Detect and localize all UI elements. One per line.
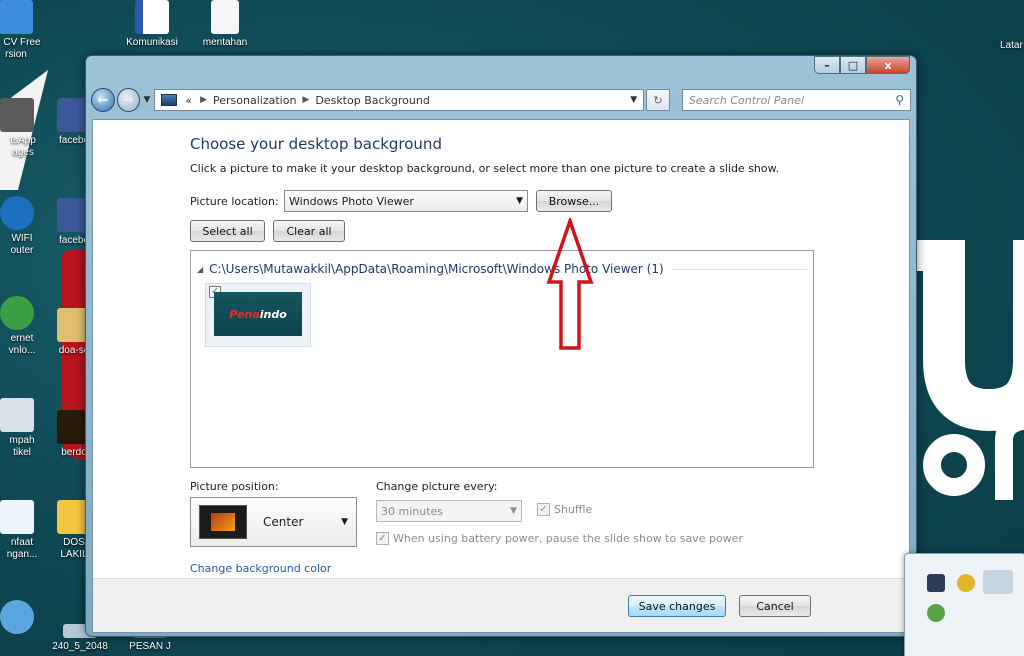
picture-location-value: Windows Photo Viewer bbox=[289, 194, 414, 208]
notification-tray-popup bbox=[904, 553, 1024, 656]
checkbox-check-icon: ✓ bbox=[537, 503, 550, 516]
update-tray-icon[interactable] bbox=[927, 604, 945, 622]
battery-pause-checkbox[interactable]: ✓ When using battery power, pause the sl… bbox=[376, 532, 743, 545]
download-manager-icon bbox=[0, 296, 34, 330]
thumbnail-image: Pena indo bbox=[214, 292, 302, 336]
save-changes-button[interactable]: Save changes bbox=[628, 595, 726, 617]
change-background-color-link[interactable]: Change background color bbox=[190, 562, 331, 575]
battery-pause-label: When using battery power, pause the slid… bbox=[393, 532, 743, 545]
refresh-button[interactable]: ↻ bbox=[646, 89, 670, 111]
pictures-list: ◢ C:\Users\Mutawakkil\AppData\Roaming\Mi… bbox=[190, 250, 814, 468]
personalization-window: – □ x ← → ▼ « ▶ Personalization ▶ Deskto… bbox=[85, 55, 917, 637]
internet-explorer-icon bbox=[0, 600, 34, 634]
select-all-button[interactable]: Select all bbox=[190, 220, 265, 242]
blank-file-icon bbox=[211, 0, 239, 34]
word-document-icon bbox=[135, 0, 169, 34]
breadcrumb-overflow[interactable]: « bbox=[185, 94, 192, 107]
chevron-down-icon: ▼ bbox=[341, 517, 348, 527]
pen-tray-icon[interactable] bbox=[983, 570, 1013, 594]
desktop-icon-ie[interactable] bbox=[0, 600, 48, 637]
search-icon[interactable]: ⚲ bbox=[895, 93, 904, 107]
browse-button[interactable]: Browse... bbox=[536, 190, 612, 212]
position-preview-icon bbox=[199, 505, 247, 539]
maximize-button[interactable]: □ bbox=[840, 56, 866, 74]
chevron-right-icon: ▶ bbox=[302, 95, 310, 105]
annotation-arrow-icon bbox=[546, 218, 594, 350]
picture-position-label: Picture position: bbox=[190, 480, 279, 493]
desktop-icon-komunikasi[interactable]: Komunikasi bbox=[120, 0, 184, 49]
window-controls: – □ x bbox=[814, 56, 910, 74]
back-arrow-icon: ← bbox=[97, 92, 109, 108]
app-tray-icon[interactable] bbox=[957, 574, 975, 592]
search-input[interactable]: Search Control Panel ⚲ bbox=[681, 89, 911, 111]
folder-group-header[interactable]: ◢ C:\Users\Mutawakkil\AppData\Roaming\Mi… bbox=[197, 261, 807, 277]
desktop-icon-sampah-artikel[interactable]: mpah tikel bbox=[0, 398, 44, 459]
picture-location-select[interactable]: Windows Photo Viewer ▼ bbox=[284, 190, 528, 212]
group-divider bbox=[671, 268, 807, 270]
wifi-icon bbox=[0, 196, 34, 230]
desktop-icon-mentahan[interactable]: mentahan bbox=[193, 0, 257, 49]
picture-position-select[interactable]: Center ▼ bbox=[190, 497, 357, 547]
desktop-icon-manfaat[interactable]: nfaat ngan... bbox=[0, 500, 44, 561]
picture-thumbnail[interactable]: ✓ Penaindo bbox=[205, 283, 311, 347]
chevron-down-icon: ▼ bbox=[510, 506, 517, 516]
address-bar[interactable]: « ▶ Personalization ▶ Desktop Background… bbox=[154, 89, 645, 111]
desktop-icon-wifi-router[interactable]: WIFI outer bbox=[0, 196, 44, 257]
folder-group-path: C:\Users\Mutawakkil\AppData\Roaming\Micr… bbox=[209, 262, 664, 276]
picture-location-label: Picture location: bbox=[190, 195, 279, 208]
back-button[interactable]: ← bbox=[91, 88, 115, 112]
document-icon bbox=[0, 500, 34, 534]
document-icon bbox=[0, 0, 33, 34]
clear-all-button[interactable]: Clear all bbox=[273, 220, 345, 242]
collapse-triangle-icon[interactable]: ◢ bbox=[197, 265, 203, 274]
page-title: Choose your desktop background bbox=[190, 135, 442, 153]
content-pane: Choose your desktop background Click a p… bbox=[92, 119, 910, 633]
shuffle-checkbox[interactable]: ✓ Shuffle bbox=[537, 503, 592, 516]
forward-arrow-icon: → bbox=[123, 92, 135, 108]
breadcrumb-personalization[interactable]: Personalization bbox=[213, 94, 296, 107]
checkbox-check-icon: ✓ bbox=[376, 532, 389, 545]
address-dropdown-icon[interactable]: ▼ bbox=[630, 95, 637, 105]
search-placeholder: Search Control Panel bbox=[688, 93, 805, 107]
chevron-down-icon: ▼ bbox=[516, 196, 523, 206]
app-icon bbox=[0, 98, 34, 132]
close-button[interactable]: x bbox=[866, 56, 910, 74]
desktop-icon-whatsapp[interactable]: tsApp ages bbox=[0, 98, 44, 159]
change-interval-value: 30 minutes bbox=[381, 504, 444, 518]
recent-pages-dropdown-icon[interactable]: ▼ bbox=[143, 95, 150, 105]
refresh-icon: ↻ bbox=[653, 93, 663, 107]
folder-stack-icon bbox=[0, 398, 34, 432]
minimize-button[interactable]: – bbox=[814, 56, 840, 74]
forward-button[interactable]: → bbox=[116, 88, 141, 112]
breadcrumb-desktop-background[interactable]: Desktop Background bbox=[315, 94, 430, 107]
footer-bar: Save changes Cancel bbox=[93, 578, 909, 632]
desktop-icon-internet-download[interactable]: ernet vnlo... bbox=[0, 296, 44, 357]
navigation-bar: ← → ▼ « ▶ Personalization ▶ Desktop Back… bbox=[91, 86, 911, 114]
chevron-right-icon: ▶ bbox=[200, 95, 208, 105]
page-description: Click a picture to make it your desktop … bbox=[190, 162, 780, 175]
change-picture-label: Change picture every: bbox=[376, 480, 498, 493]
cancel-button[interactable]: Cancel bbox=[739, 595, 811, 617]
desktop-icon-latar[interactable]: Latar bbox=[988, 40, 1024, 52]
picture-position-value: Center bbox=[263, 515, 304, 529]
desktop-icon-cv-free[interactable]: CV Free rsion bbox=[0, 0, 48, 61]
change-interval-select[interactable]: 30 minutes ▼ bbox=[376, 500, 522, 522]
network-tray-icon[interactable] bbox=[927, 574, 945, 592]
control-panel-icon bbox=[161, 94, 178, 106]
shuffle-label: Shuffle bbox=[554, 503, 593, 516]
